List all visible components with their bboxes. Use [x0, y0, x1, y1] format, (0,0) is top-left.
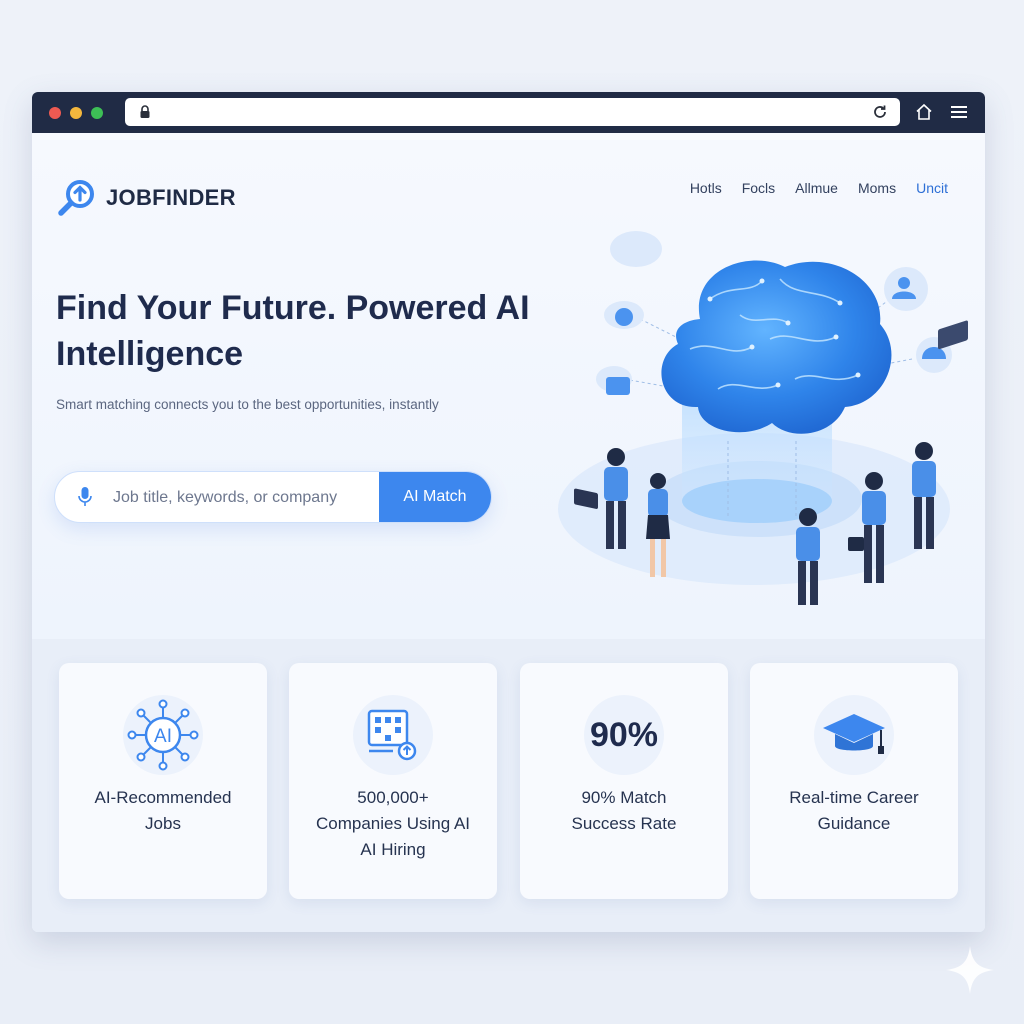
brand-name: JOBFINDER [106, 185, 236, 210]
nav-link-1[interactable]: Hotls [690, 180, 722, 196]
nav-link-4[interactable]: Moms [858, 180, 896, 196]
match-rate-value: 90% [589, 715, 659, 754]
hero-section: JOBFINDER Hotls Focls Allmue Moms Uncit … [32, 133, 985, 639]
close-window-button[interactable] [49, 107, 61, 119]
hero-subheadline: Smart matching connects you to the best … [56, 397, 439, 412]
page-content: JOBFINDER Hotls Focls Allmue Moms Uncit … [32, 133, 985, 932]
top-navigation: Hotls Focls Allmue Moms Uncit [670, 180, 948, 196]
hamburger-menu-icon[interactable] [950, 105, 968, 124]
site-logo[interactable]: JOBFINDER [56, 177, 236, 219]
feature-card-ai-jobs[interactable]: AI AI-Recommended Jobs [59, 663, 267, 899]
feature-card-label: Real-time Career Guidance [789, 788, 919, 833]
hero-headline: Find Your Future. Powered AI Intelligenc… [56, 289, 530, 373]
nav-link-5[interactable]: Uncit [916, 180, 948, 196]
features-section: AI AI-Recommended Jobs 500,000+ Companie… [32, 639, 985, 932]
address-bar[interactable] [125, 98, 900, 126]
sparkle-icon [946, 946, 994, 994]
nav-link-2[interactable]: Focls [742, 180, 775, 196]
ai-network-icon: AI [123, 695, 203, 775]
reload-icon[interactable] [872, 104, 888, 125]
feature-card-guidance[interactable]: Real-time Career Guidance [750, 663, 958, 899]
feature-card-companies[interactable]: 500,000+ Companies Using AI AI Hiring [289, 663, 497, 899]
lock-icon [139, 105, 151, 124]
job-search-bar: AI Match [54, 471, 492, 523]
browser-toolbar [32, 92, 985, 133]
ai-brain-illustration [558, 231, 968, 605]
svg-text:AI: AI [154, 726, 172, 747]
nav-link-3[interactable]: Allmue [795, 180, 838, 196]
microphone-icon[interactable] [77, 486, 93, 513]
match-rate-stat: 90% [584, 695, 664, 775]
maximize-window-button[interactable] [91, 107, 103, 119]
feature-card-label: 90% Match Success Rate [571, 788, 677, 833]
matching-board-icon [353, 695, 433, 775]
minimize-window-button[interactable] [70, 107, 82, 119]
ai-match-button[interactable]: AI Match [379, 472, 491, 522]
home-icon[interactable] [915, 103, 933, 126]
feature-card-match-rate[interactable]: 90% 90% Match Success Rate [520, 663, 728, 899]
magnifier-arrow-icon [58, 180, 94, 216]
graduation-cap-icon [814, 695, 894, 775]
browser-window: JOBFINDER Hotls Focls Allmue Moms Uncit … [32, 92, 985, 932]
job-search-input[interactable] [111, 472, 377, 522]
feature-card-label: AI-Recommended Jobs [94, 788, 232, 833]
feature-card-label: 500,000+ Companies Using AI AI Hiring [315, 788, 471, 859]
